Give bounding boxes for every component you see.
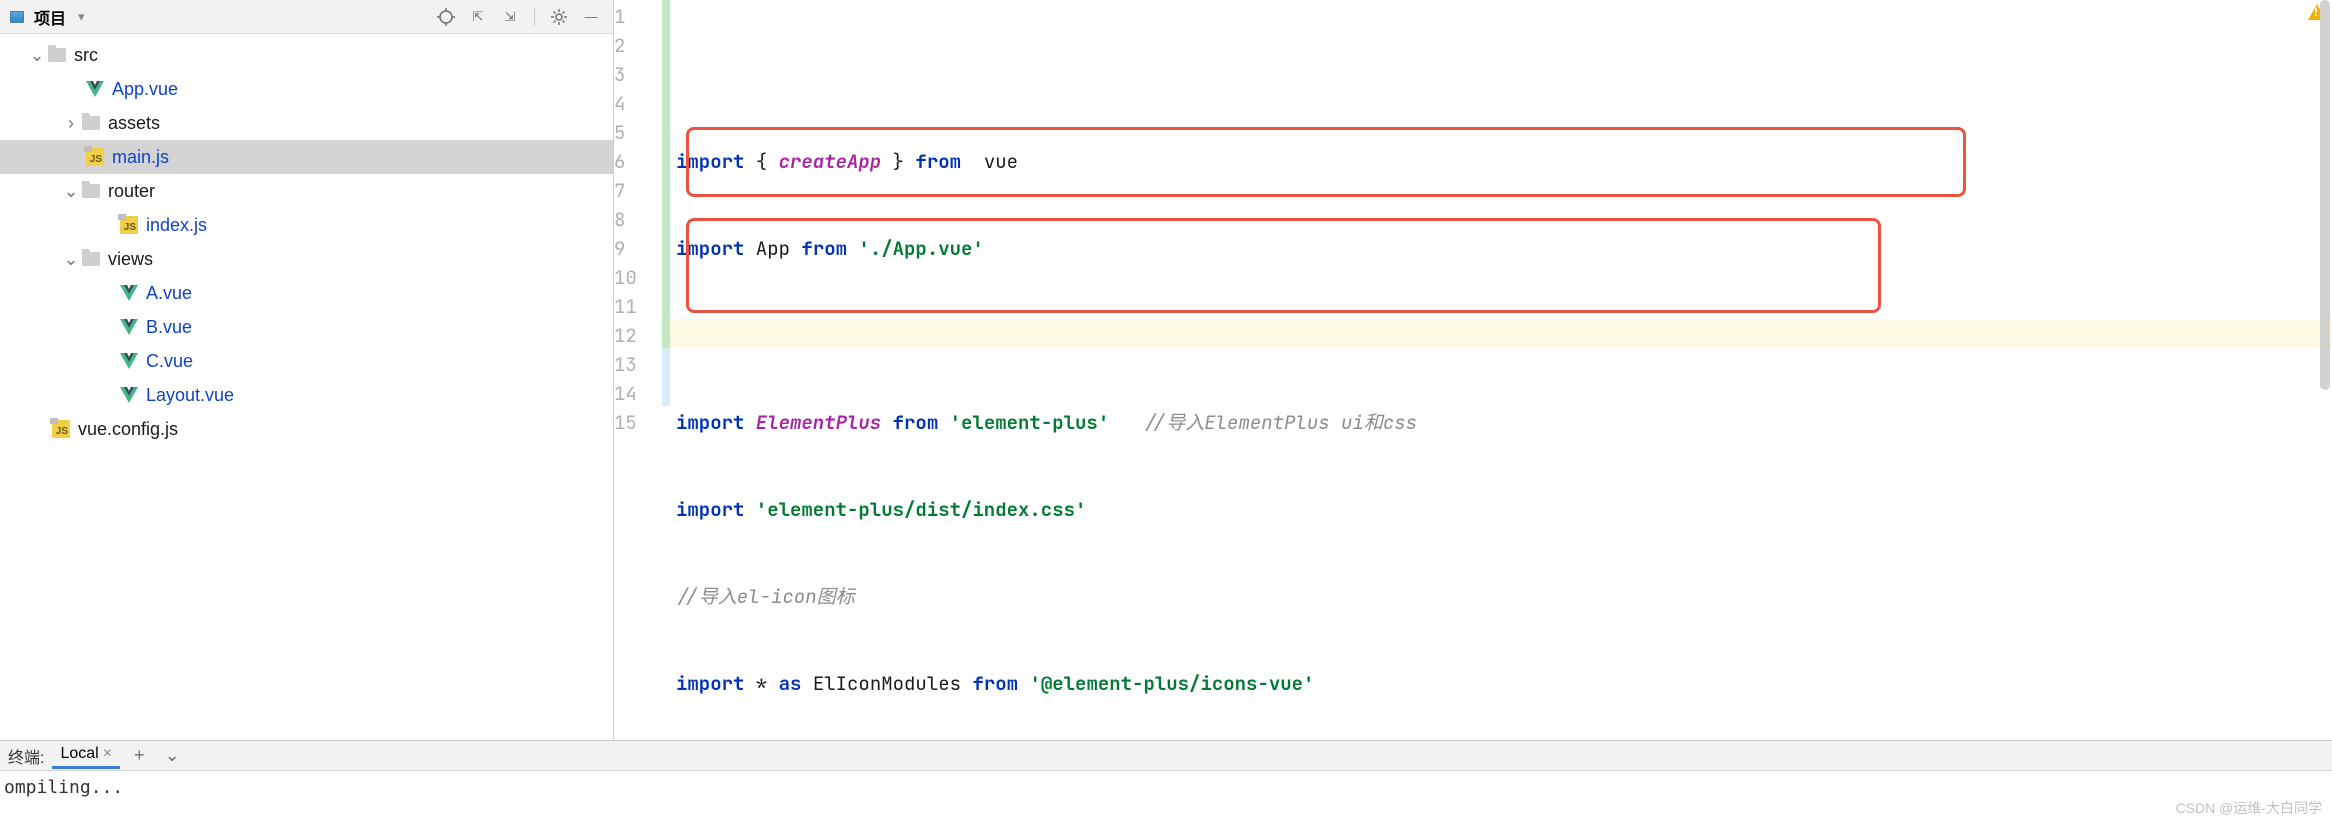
folder-icon (48, 48, 66, 62)
tree-folder-router[interactable]: ⌄router (0, 174, 613, 208)
terminal-tab-local[interactable]: Local× (52, 742, 120, 769)
change-marker-bar (662, 0, 670, 740)
dropdown-icon[interactable]: ▾ (78, 9, 85, 25)
gear-icon[interactable] (547, 5, 571, 29)
tree-file-index-js[interactable]: JSindex.js (0, 208, 613, 242)
tree-file-app-vue[interactable]: App.vue (0, 72, 613, 106)
chevron-down-icon: ⌄ (62, 181, 80, 202)
highlight-box-2 (686, 218, 1881, 313)
vue-icon (120, 387, 138, 403)
vue-icon (120, 285, 138, 301)
hide-icon[interactable]: — (579, 5, 603, 29)
tree-file-layout-vue[interactable]: Layout.vue (0, 378, 613, 412)
watermark: CSDN @运维-大白同学 (2176, 798, 2322, 818)
toolbar-title: 项目 (34, 5, 66, 29)
tree-file-a-vue[interactable]: A.vue (0, 276, 613, 310)
chevron-down-icon: ⌄ (62, 249, 80, 270)
tree-folder-views[interactable]: ⌄views (0, 242, 613, 276)
folder-icon (82, 116, 100, 130)
chevron-right-icon: › (62, 113, 80, 134)
terminal-title: 终端: (8, 744, 44, 768)
close-icon[interactable]: × (103, 745, 112, 762)
js-icon: JS (120, 216, 138, 234)
terminal-panel: 终端: Local× + ⌄ ompiling... (0, 740, 2332, 822)
folder-icon (82, 252, 100, 266)
file-tree: ⌄src App.vue ›assets JSmain.js ⌄router J… (0, 34, 613, 740)
tree-file-main-js[interactable]: JSmain.js (0, 140, 613, 174)
project-icon (10, 11, 24, 23)
tree-folder-assets[interactable]: ›assets (0, 106, 613, 140)
tree-file-c-vue[interactable]: C.vue (0, 344, 613, 378)
chevron-down-icon[interactable]: ⌄ (159, 745, 186, 766)
js-icon: JS (52, 420, 70, 438)
tree-file-vue-config[interactable]: JSvue.config.js (0, 412, 613, 446)
locate-icon[interactable] (434, 5, 458, 29)
chevron-down-icon: ⌄ (28, 45, 46, 66)
code-editor[interactable]: 123456789101112131415 import { createApp… (614, 0, 2332, 740)
js-icon: JS (86, 148, 104, 166)
line-gutter: 123456789101112131415 (614, 0, 662, 740)
collapse-icon[interactable]: ⇲ (498, 5, 522, 29)
tree-file-b-vue[interactable]: B.vue (0, 310, 613, 344)
vue-icon (120, 353, 138, 369)
folder-icon (82, 184, 100, 198)
vue-icon (86, 81, 104, 97)
expand-icon[interactable]: ⇱ (466, 5, 490, 29)
terminal-output[interactable]: ompiling... (0, 771, 2332, 822)
project-sidebar: 项目 ▾ ⇱ ⇲ — ⌄src App.vue ›assets JSmain.j… (0, 0, 614, 740)
tree-folder-src[interactable]: ⌄src (0, 38, 613, 72)
editor-scrollbar[interactable] (2318, 0, 2332, 740)
add-tab-icon[interactable]: + (128, 745, 151, 766)
vue-icon (120, 319, 138, 335)
sidebar-toolbar: 项目 ▾ ⇱ ⇲ — (0, 0, 613, 34)
code-content[interactable]: import { createApp } from vue import App… (670, 0, 2332, 740)
